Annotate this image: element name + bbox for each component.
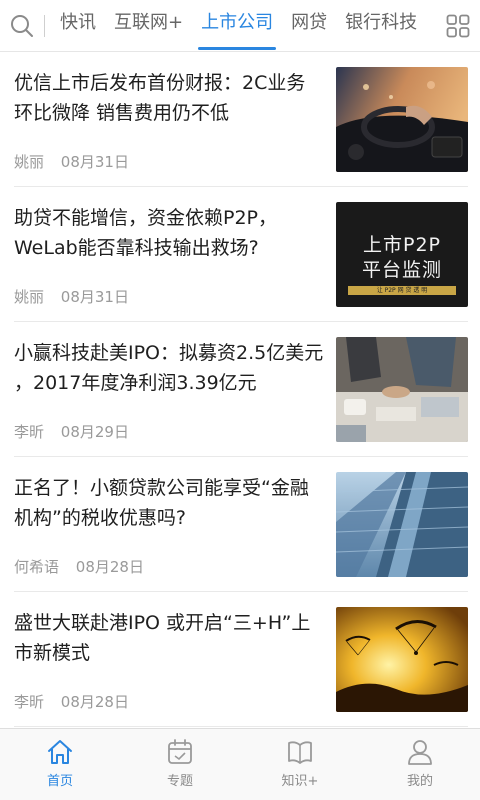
news-date: 08月31日 [60,153,129,171]
news-item[interactable]: 助贷不能增信，资金依赖P2P，WeLab能否靠科技输出救场? 姚丽 08月31日… [14,187,468,322]
calendar-icon [168,739,192,764]
home-icon [48,740,72,764]
news-date: 08月29日 [60,423,129,441]
news-thumbnail-p2p-monitor: 上市P2P 平台监测 让 P2P 网 贷 透 明 [336,202,468,307]
search-icon [11,14,33,37]
news-meta: 李昕 08月28日 [14,691,129,712]
top-tab-bar: 快讯 互联网+ 上市公司 网贷 银行科技 [0,0,480,52]
news-thumbnail-skyscraper [336,472,468,577]
thumb-strip: 让 P2P 网 贷 透 明 [348,286,456,295]
tab-internet-plus[interactable]: 互联网+ [105,0,192,52]
nav-home-label: 首页 [46,774,73,789]
news-date: 08月31日 [60,288,129,306]
news-title: 正名了！小额贷款公司能享受“金融机构”的税收优惠吗? [14,477,309,529]
book-icon [288,741,312,764]
tab-listed-companies[interactable]: 上市公司 [192,0,282,52]
nav-profile-label: 我的 [406,774,433,789]
news-item[interactable]: 盛世大联赴港IPO 或开启“三+H”上市新模式 李昕 08月28日 [14,592,468,727]
category-menu-button[interactable] [436,0,480,52]
nav-knowledge-label: 知识+ [281,774,319,789]
news-list: 优信上市后发布首份财报：2C业务环比微降 销售费用仍不低 姚丽 08月31日 助… [0,52,480,728]
news-thumbnail-office [336,337,468,442]
nav-topics[interactable]: 专题 [120,729,240,800]
news-meta: 姚丽 08月31日 [14,286,129,307]
news-meta: 姚丽 08月31日 [14,151,129,172]
grid-icon [446,14,470,37]
search-divider [44,14,45,37]
thumb-heading-2: 平台监测 [361,259,442,281]
nav-knowledge[interactable]: 知识+ [240,729,360,800]
search-button[interactable] [0,0,44,52]
news-thumbnail-paragliders [336,607,468,712]
news-title: 优信上市后发布首份财报：2C业务环比微降 销售费用仍不低 [14,72,306,124]
category-tabs: 快讯 互联网+ 上市公司 网贷 银行科技 [51,0,436,52]
bottom-nav: 首页 专题 知识+ 我的 [0,728,480,800]
news-author: 姚丽 [14,153,45,171]
news-meta: 李昕 08月29日 [14,421,129,442]
user-icon [408,740,432,765]
news-item[interactable]: 小赢科技赴美IPO：拟募资2.5亿美元 ，2017年度净利润3.39亿元 李昕 … [14,322,468,457]
tab-bank-tech[interactable]: 银行科技 [336,0,426,52]
news-date: 08月28日 [75,558,144,576]
nav-topics-label: 专题 [166,774,193,789]
news-item[interactable]: 正名了！小额贷款公司能享受“金融机构”的税收优惠吗? 何希语 08月28日 [14,457,468,592]
tab-p2p-lending[interactable]: 网贷 [282,0,336,52]
news-author: 何希语 [14,558,60,576]
news-thumbnail-car [336,67,468,172]
news-author: 李昕 [14,693,45,711]
news-author: 李昕 [14,423,45,441]
news-author: 姚丽 [14,288,45,306]
news-title: 盛世大联赴港IPO 或开启“三+H”上市新模式 [14,612,311,664]
tab-kuaixun[interactable]: 快讯 [51,0,105,52]
nav-home[interactable]: 首页 [0,729,120,800]
news-title: 助贷不能增信，资金依赖P2P，WeLab能否靠科技输出救场? [14,207,278,259]
news-meta: 何希语 08月28日 [14,556,144,577]
news-item[interactable]: 优信上市后发布首份财报：2C业务环比微降 销售费用仍不低 姚丽 08月31日 [14,52,468,187]
nav-profile[interactable]: 我的 [360,729,480,800]
news-title: 小赢科技赴美IPO：拟募资2.5亿美元 ，2017年度净利润3.39亿元 [14,342,324,394]
news-date: 08月28日 [60,693,129,711]
thumb-heading-1: 上市P2P [362,234,441,256]
